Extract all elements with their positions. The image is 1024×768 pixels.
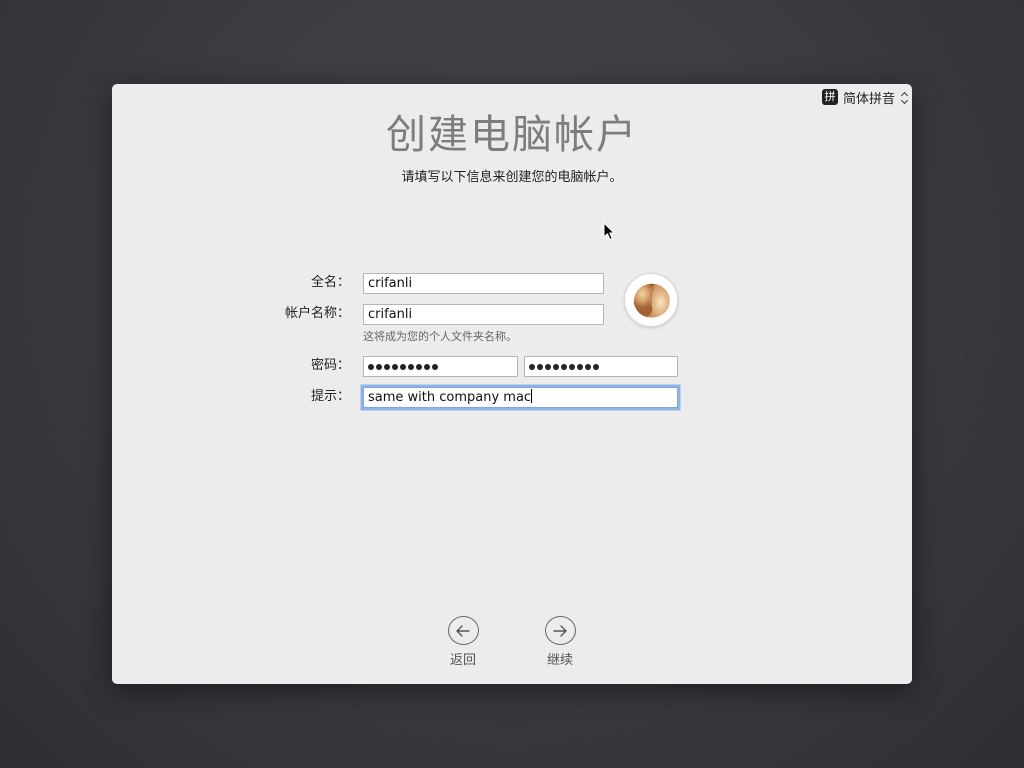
verify-password-field[interactable]	[524, 356, 678, 377]
page-subtitle: 请填写以下信息来创建您的电脑帐户。	[401, 170, 623, 185]
text-caret	[531, 389, 533, 403]
password-field[interactable]	[363, 356, 518, 377]
full-name-field[interactable]: crifanli	[363, 273, 604, 294]
back-button[interactable]: 返回	[433, 616, 493, 668]
password-dot	[432, 363, 438, 370]
full-name-label: 全名：	[310, 275, 350, 290]
password-dot	[408, 363, 414, 370]
password-dot	[561, 363, 567, 370]
password-dot	[368, 363, 374, 370]
password-dot	[392, 363, 398, 370]
account-name-field[interactable]: crifanli	[363, 304, 604, 325]
fortune-cookie-icon	[626, 275, 677, 326]
password-dot	[400, 363, 406, 370]
user-picture[interactable]	[624, 273, 678, 327]
arrow-left-circle-icon	[447, 616, 479, 645]
password-dot	[545, 363, 551, 370]
password-label: 密码：	[310, 358, 350, 373]
back-label: 返回	[449, 653, 476, 668]
password-dot	[585, 363, 591, 370]
password-dot	[537, 363, 543, 370]
continue-label: 继续	[546, 653, 573, 668]
password-dot	[416, 363, 422, 370]
hint-field[interactable]: same with company mac	[363, 387, 678, 408]
password-dots	[368, 357, 513, 376]
password-dot	[593, 363, 599, 370]
account-name-note: 这将成为您的个人文件夹名称。	[363, 330, 517, 343]
account-name-label: 帐户名称：	[284, 306, 350, 321]
password-dot	[376, 363, 382, 370]
page-title: 创建电脑帐户	[386, 112, 638, 158]
verify-password-dots	[529, 357, 673, 376]
hint-label: 提示：	[310, 389, 350, 404]
password-dot	[577, 363, 583, 370]
mouse-pointer-icon	[603, 222, 615, 240]
password-dot	[384, 363, 390, 370]
password-dot	[529, 363, 535, 370]
password-dot	[569, 363, 575, 370]
password-dot	[553, 363, 559, 370]
continue-button[interactable]: 继续	[530, 616, 590, 668]
password-dot	[424, 363, 430, 370]
arrow-right-circle-icon	[544, 616, 576, 645]
hint-value: same with company mac	[368, 390, 532, 405]
setup-window: 拼 简体拼音 创建电脑帐户 请填写以下信息来创建您的电脑帐户。 全名： crif…	[112, 84, 912, 684]
